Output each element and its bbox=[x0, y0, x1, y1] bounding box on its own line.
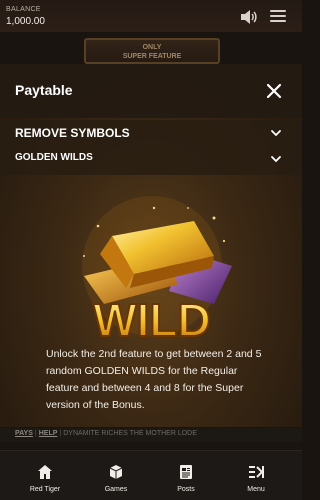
nav-label: Games bbox=[104, 486, 128, 493]
nav-item-menu[interactable]: Menu bbox=[221, 451, 291, 500]
footer-links: PAYS | HELP | DYNAMITE RICHES THE MOTHER LOD… bbox=[0, 428, 302, 442]
plaque-line2: SUPER FEATURE bbox=[122, 53, 182, 60]
paytable-panel: Paytable REMOVE SYMBOLS GOLDEN WILDS WIL… bbox=[0, 64, 302, 427]
chevron-down-icon bbox=[271, 130, 281, 137]
plaque-line1: ONLY bbox=[142, 44, 162, 51]
section-title: GOLDEN WILDS bbox=[15, 152, 93, 163]
balance-label: BALANCE bbox=[6, 6, 41, 13]
nav-label: Red Tiger bbox=[29, 486, 61, 493]
close-icon[interactable] bbox=[266, 83, 282, 99]
help-link[interactable]: HELP bbox=[39, 430, 58, 437]
section-remove-symbols[interactable]: REMOVE SYMBOLS bbox=[0, 120, 302, 145]
section-golden-wilds[interactable]: GOLDEN WILDS bbox=[0, 145, 302, 175]
nav-item-red-tiger[interactable]: Red Tiger bbox=[10, 451, 80, 500]
speaker-icon[interactable] bbox=[239, 9, 257, 25]
nav-item-posts[interactable]: Posts bbox=[151, 451, 221, 500]
bottom-nav: Red Tiger Games Posts Menu bbox=[0, 450, 302, 500]
pays-link[interactable]: PAYS bbox=[15, 430, 33, 437]
chevron-down-icon bbox=[271, 156, 281, 163]
cube-icon bbox=[109, 465, 123, 479]
balance-value: 1,000.00 bbox=[6, 16, 45, 27]
feature-description: Unlock the 2nd feature to get between 2 … bbox=[46, 348, 262, 411]
posts-icon bbox=[180, 465, 192, 479]
section-title: REMOVE SYMBOLS bbox=[15, 126, 130, 140]
nav-item-games[interactable]: Games bbox=[81, 451, 151, 500]
background-plaque: ONLY SUPER FEATURE bbox=[84, 38, 220, 64]
home-icon bbox=[38, 465, 52, 479]
wild-symbol-image: WILD bbox=[82, 196, 232, 346]
hamburger-icon[interactable] bbox=[270, 10, 286, 23]
page-title: Paytable bbox=[15, 82, 73, 98]
game-top-bar: BALANCE 1,000.00 bbox=[0, 0, 302, 32]
menu-icon bbox=[249, 466, 264, 478]
game-name: DYNAMITE RICHES THE MOTHER LODE bbox=[63, 430, 197, 437]
nav-label: Menu bbox=[247, 486, 265, 493]
paytable-header: Paytable bbox=[0, 64, 302, 118]
nav-label: Posts bbox=[177, 486, 195, 493]
wild-text: WILD bbox=[93, 294, 211, 346]
